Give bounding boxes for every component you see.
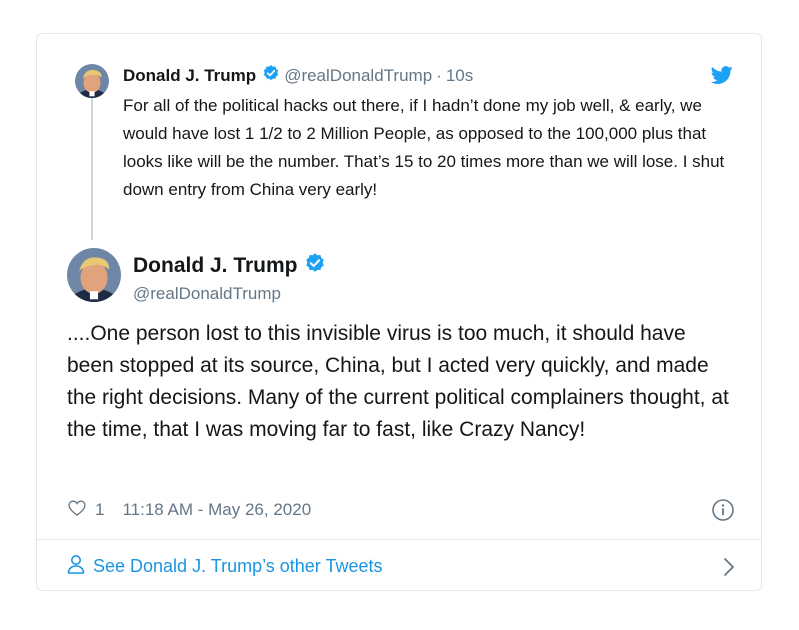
footer-divider [37,539,761,540]
heart-icon[interactable] [67,498,87,523]
quoted-display-name[interactable]: Donald J. Trump [123,66,256,86]
tweet-meta-row: 1 11:18 AM - May 26, 2020 [67,497,735,523]
main-tweet-text: ....One person lost to this invisible vi… [67,322,729,441]
verified-badge-icon [262,64,280,87]
twitter-bird-icon[interactable] [710,64,733,86]
main-handle[interactable]: @realDonaldTrump [133,284,330,304]
thread-connector-line [91,98,93,240]
person-icon [67,554,85,579]
info-icon[interactable] [711,498,735,527]
main-display-name[interactable]: Donald J. Trump [133,254,298,278]
tweet-timestamp[interactable]: 11:18 AM - May 26, 2020 [122,500,311,520]
like-count: 1 [95,500,105,519]
embedded-tweet-card[interactable]: Donald J. Trump @realDonaldTrump · 10s F… [36,33,762,591]
verified-badge-icon [304,252,326,280]
quoted-avatar[interactable] [75,64,109,98]
quoted-timestamp[interactable]: 10s [446,66,473,86]
quoted-tweet-text: For all of the political hacks out there… [123,96,725,199]
main-tweet-header: Donald J. Trump @realDonaldTrump [133,252,330,304]
quoted-tweet-header: Donald J. Trump @realDonaldTrump · 10s [123,64,473,87]
quoted-handle[interactable]: @realDonaldTrump [284,66,432,86]
main-avatar[interactable] [67,248,121,302]
chevron-right-icon[interactable] [723,557,735,582]
header-separator: · [436,65,442,85]
see-other-tweets-link[interactable]: See Donald J. Trump’s other Tweets [67,552,735,580]
see-other-tweets-label: See Donald J. Trump’s other Tweets [93,555,383,576]
